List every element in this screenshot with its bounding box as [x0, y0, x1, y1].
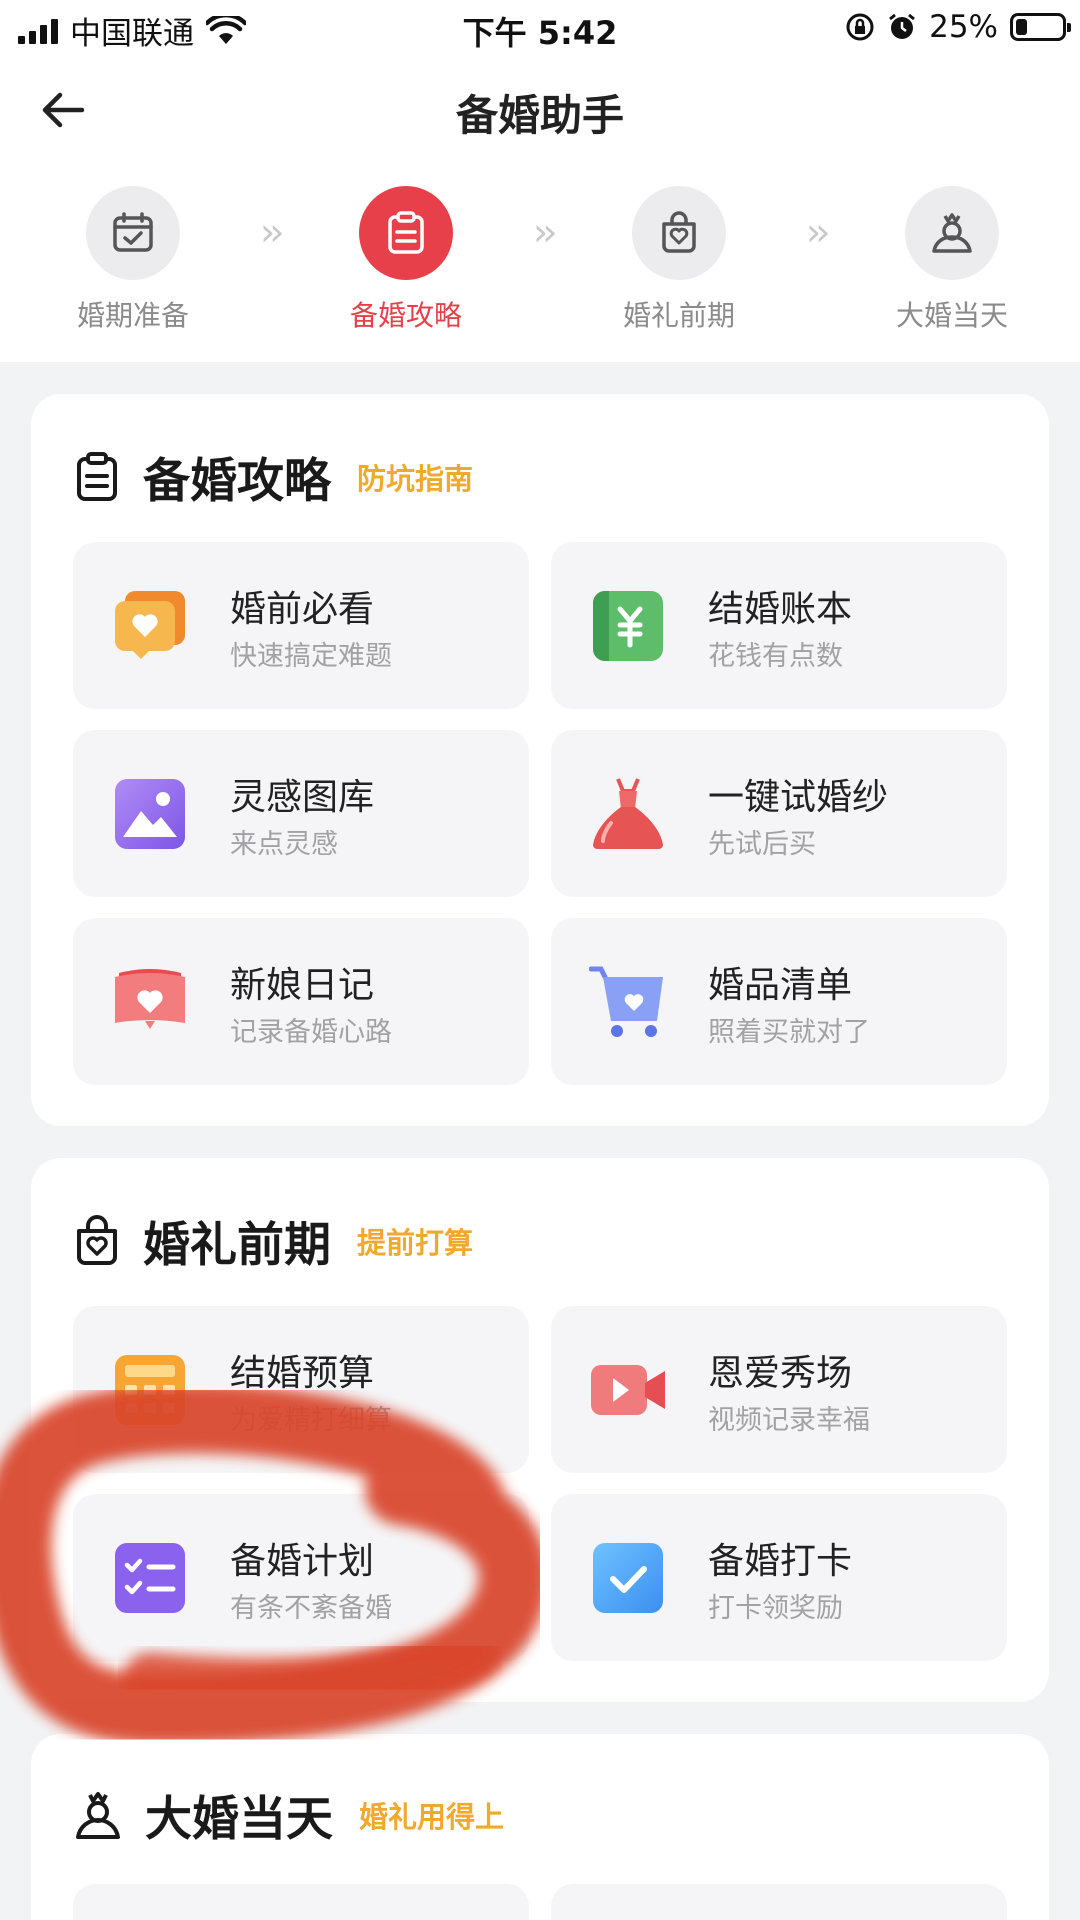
clipboard-icon [388, 211, 424, 254]
tile-title: 备婚计划 [230, 1541, 375, 1582]
tile-subtitle: 打卡领奖励 [708, 1593, 843, 1624]
chevron-right-icon: ›› [260, 210, 285, 254]
stage-stepper: 婚期准备 ›› 备婚攻略 ›› 婚礼前期 ›› 大婚当天 [0, 162, 1080, 362]
calculator-icon [115, 1355, 185, 1425]
section-tag: 提前打算 [357, 1225, 474, 1260]
calendar-check-icon [113, 212, 153, 252]
tile-subtitle: 来点灵感 [230, 829, 338, 860]
heart-diary-icon [115, 969, 185, 1029]
tile-wedding-plan[interactable]: 备婚计划 有条不紊备婚 [73, 1494, 529, 1661]
heart-chat-icon [115, 591, 185, 659]
tile-try-on-dress[interactable]: 一键试婚纱 先试后买 [551, 730, 1007, 897]
bride-icon [76, 1791, 120, 1839]
step-wedding-date-prep[interactable]: 婚期准备 [43, 186, 223, 334]
nav-bar: 备婚助手 [0, 58, 1080, 162]
tile-subtitle: 照着买就对了 [708, 1017, 870, 1048]
section-title: 大婚当天 [145, 1792, 333, 1847]
tile-wedding-budget[interactable]: 结婚预算 为爱精打细算 [73, 1306, 529, 1473]
step-icon-circle [632, 186, 726, 280]
step-wedding-day[interactable]: 大婚当天 [862, 186, 1042, 334]
tile-title: 备婚打卡 [708, 1541, 853, 1582]
step-wedding-guide[interactable]: 备婚攻略 [316, 186, 496, 334]
tile-inspiration-gallery[interactable]: 灵感图库 来点灵感 [73, 730, 529, 897]
section-tag: 婚礼用得上 [359, 1799, 505, 1834]
step-label: 大婚当天 [895, 299, 1008, 332]
battery-icon [1010, 13, 1071, 41]
section-title: 备婚攻略 [143, 454, 331, 509]
heart-bag-icon [662, 211, 696, 253]
bride-icon [932, 213, 972, 253]
status-bar: 中国联通 下午 5:42 25% [0, 0, 1080, 58]
alarm-icon [889, 13, 916, 39]
tile-placeholder[interactable] [73, 1884, 529, 1920]
chevron-right-icon: ›› [806, 210, 831, 254]
tile-title: 灵感图库 [230, 777, 375, 818]
tile-bride-diary[interactable]: 新娘日记 记录备婚心路 [73, 918, 529, 1085]
video-camera-icon [591, 1365, 665, 1415]
page-title: 备婚助手 [455, 91, 624, 140]
clipboard-icon [77, 451, 117, 501]
heart-bag-icon [77, 1214, 117, 1265]
tile-title: 结婚账本 [708, 589, 853, 630]
section-title: 婚礼前期 [143, 1218, 331, 1273]
section-pre-wedding: 婚礼前期 提前打算 结婚预算 为爱精打细算 恩爱秀场 视频记录幸福 备婚计划 有… [31, 1158, 1049, 1702]
battery-percent: 25% [929, 9, 998, 45]
tile-wedding-ledger[interactable]: 结婚账本 花钱有点数 [551, 542, 1007, 709]
wedding-dress-icon [593, 778, 663, 849]
section-wedding-day: 大婚当天 婚礼用得上 [31, 1734, 1049, 1920]
tile-title: 一键试婚纱 [708, 777, 889, 818]
step-pre-wedding[interactable]: 婚礼前期 [589, 186, 769, 334]
tile-love-showcase[interactable]: 恩爱秀场 视频记录幸福 [551, 1306, 1007, 1473]
check-in-icon [593, 1543, 663, 1613]
tile-wedding-check-in[interactable]: 备婚打卡 打卡领奖励 [551, 1494, 1007, 1661]
yuan-ledger-icon [593, 591, 663, 661]
step-icon-circle [359, 186, 453, 280]
step-label: 备婚攻略 [349, 299, 462, 332]
tile-subtitle: 为爱精打细算 [230, 1405, 392, 1436]
tile-wedding-shopping-list[interactable]: 婚品清单 照着买就对了 [551, 918, 1007, 1085]
checklist-icon [115, 1543, 185, 1613]
tile-subtitle: 记录备婚心路 [230, 1017, 392, 1048]
tile-subtitle: 快速搞定难题 [230, 641, 392, 672]
tile-title: 婚品清单 [708, 965, 853, 1006]
tile-subtitle: 有条不紊备婚 [230, 1593, 392, 1624]
section-tag: 防坑指南 [357, 461, 474, 496]
tile-subtitle: 先试后买 [708, 829, 816, 860]
step-label: 婚礼前期 [622, 299, 735, 332]
step-label: 婚期准备 [76, 299, 189, 332]
tile-placeholder[interactable] [551, 1884, 1007, 1920]
tile-title: 结婚预算 [230, 1353, 375, 1394]
rotation-lock-icon [846, 13, 874, 41]
chevron-right-icon: ›› [533, 210, 558, 254]
tile-subtitle: 花钱有点数 [708, 641, 843, 672]
section-wedding-guide: 备婚攻略 防坑指南 婚前必看 快速搞定难题 结婚账本 花钱有点数 灵感图库 来点… [31, 394, 1049, 1126]
tile-must-read[interactable]: 婚前必看 快速搞定难题 [73, 542, 529, 709]
tile-title: 恩爱秀场 [708, 1353, 853, 1394]
gallery-icon [115, 779, 185, 849]
tile-title: 婚前必看 [230, 589, 375, 630]
tile-title: 新娘日记 [230, 965, 375, 1006]
step-icon-circle [905, 186, 999, 280]
shopping-cart-icon [589, 966, 663, 1037]
step-icon-circle [86, 186, 180, 280]
tile-subtitle: 视频记录幸福 [708, 1405, 870, 1436]
